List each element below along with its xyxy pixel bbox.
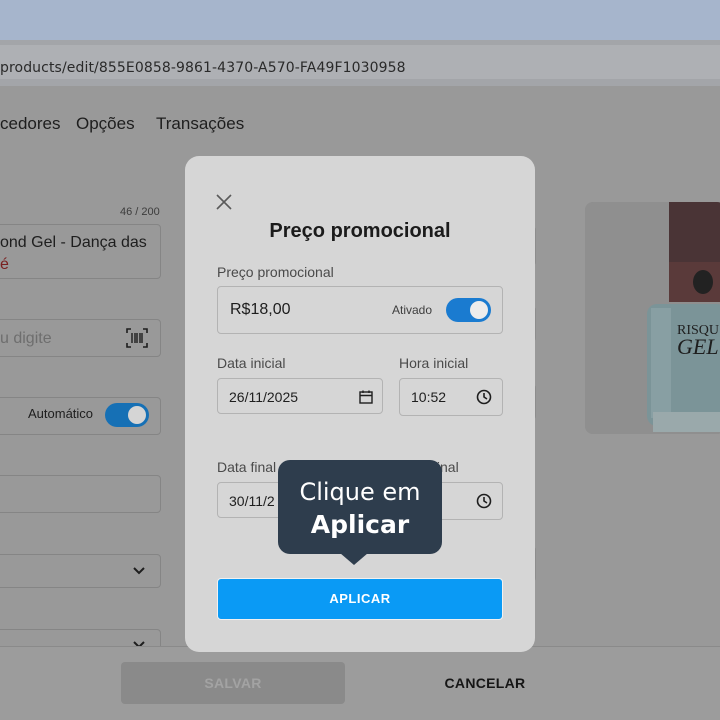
tab-fornecedores[interactable]: cedores: [0, 114, 60, 134]
address-bar-field[interactable]: products/edit/855E0858-9861-4370-A570-FA…: [0, 45, 720, 79]
end-date-label: Data final: [217, 459, 277, 475]
modal-title: Preço promocional: [269, 220, 451, 242]
promo-toggle[interactable]: [446, 298, 491, 322]
price-value[interactable]: R$18,00: [230, 301, 291, 319]
start-time-label: Hora inicial: [399, 355, 469, 371]
tab-opcoes[interactable]: Opções: [76, 114, 135, 134]
toggle-knob: [128, 406, 146, 424]
start-time-field[interactable]: 10:52: [399, 378, 503, 416]
clock-icon[interactable]: [476, 493, 492, 509]
tab-transacoes[interactable]: Transações: [156, 114, 244, 134]
product-image: RISQU GEL: [585, 202, 720, 434]
start-time-value[interactable]: 10:52: [411, 389, 446, 405]
calendar-icon[interactable]: [358, 389, 374, 405]
clock-icon[interactable]: [476, 389, 492, 405]
barcode-icon[interactable]: [126, 328, 148, 348]
auto-toggle[interactable]: [105, 403, 149, 427]
product-name-line2: é: [0, 256, 9, 273]
apply-button[interactable]: APLICAR: [217, 578, 503, 620]
price-field[interactable]: R$18,00 Ativado: [217, 286, 503, 334]
tooltip-line1: Clique em: [299, 478, 421, 506]
end-date-value[interactable]: 30/11/2: [229, 493, 275, 509]
nail-polish-image: RISQU GEL: [585, 202, 720, 434]
start-date-field[interactable]: 26/11/2025: [217, 378, 383, 414]
footer-bar: [0, 646, 720, 720]
start-date-label: Data inicial: [217, 355, 286, 371]
save-button[interactable]: SALVAR: [121, 662, 345, 704]
price-label: Preço promocional: [217, 264, 334, 280]
toggle-knob: [470, 301, 488, 319]
tooltip-line2: Aplicar: [310, 510, 410, 539]
hint-tooltip: Clique em Aplicar: [278, 460, 442, 554]
product-name-line1: ond Gel - Dança das: [0, 234, 147, 251]
chevron-down-icon[interactable]: [132, 564, 146, 578]
text-field[interactable]: [0, 475, 161, 513]
cancel-button[interactable]: CANCELAR: [420, 662, 550, 704]
char-counter: 46 / 200: [120, 206, 160, 218]
start-date-value[interactable]: 26/11/2025: [229, 389, 298, 405]
url-text[interactable]: products/edit/855E0858-9861-4370-A570-FA…: [0, 60, 406, 76]
product-name-text: ond Gel - Dança das é: [0, 232, 155, 276]
svg-text:GEL: GEL: [677, 334, 719, 359]
close-icon[interactable]: [215, 193, 233, 211]
barcode-placeholder: u digite: [0, 330, 52, 347]
status-label: Ativado: [392, 303, 433, 317]
auto-label: Automático: [28, 406, 94, 421]
tooltip-arrow: [340, 553, 368, 565]
browser-title-bar: [0, 0, 720, 40]
address-bar[interactable]: products/edit/855E0858-9861-4370-A570-FA…: [0, 40, 720, 86]
